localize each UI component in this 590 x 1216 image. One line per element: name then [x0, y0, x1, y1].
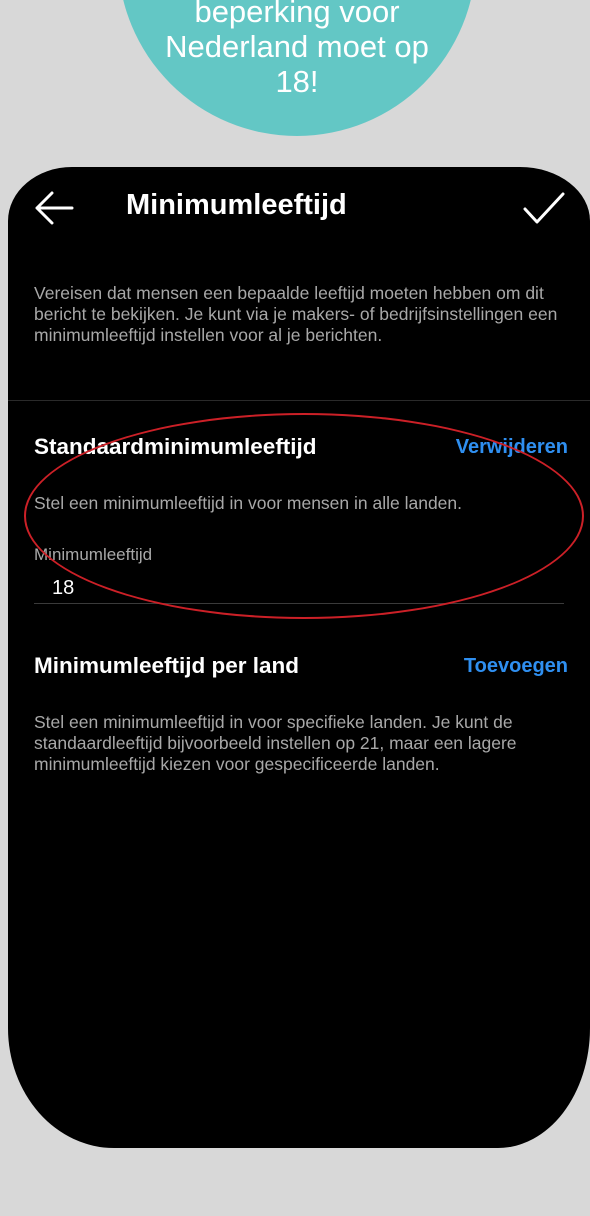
remove-button[interactable]: Verwijderen [456, 436, 568, 459]
divider [8, 400, 590, 401]
page-title: Minimumleeftijd [126, 189, 347, 221]
country-age-title: Minimumleeftijd per land [34, 653, 300, 678]
intro-text: Vereisen dat mensen een bepaalde leeftij… [34, 283, 558, 345]
phone-screen: Minimumleeftijd Vereisen dat mensen een … [8, 167, 590, 1148]
checkmark-icon[interactable] [522, 191, 566, 225]
min-age-field-label: Minimumleeftijd [34, 545, 153, 564]
default-age-title: Standaardminimumleeftijd [34, 434, 317, 459]
banner-line-1: beperking voor [194, 0, 400, 29]
arrow-left-icon[interactable] [34, 191, 74, 225]
banner-line-2: Nederland moet op [165, 29, 429, 64]
min-age-input[interactable]: 18 [34, 573, 564, 604]
default-age-description: Stel een minimumleeftijd in voor mensen … [34, 493, 463, 513]
banner-line-3: 18! [275, 64, 319, 99]
min-age-value: 18 [52, 577, 75, 599]
add-button[interactable]: Toevoegen [464, 655, 568, 678]
top-bar: Minimumleeftijd [8, 167, 590, 247]
country-age-description: Stel een minimumleeftijd in voor specifi… [34, 712, 517, 774]
banner-text: beperking voor Nederland moet op 18! [138, 0, 456, 118]
